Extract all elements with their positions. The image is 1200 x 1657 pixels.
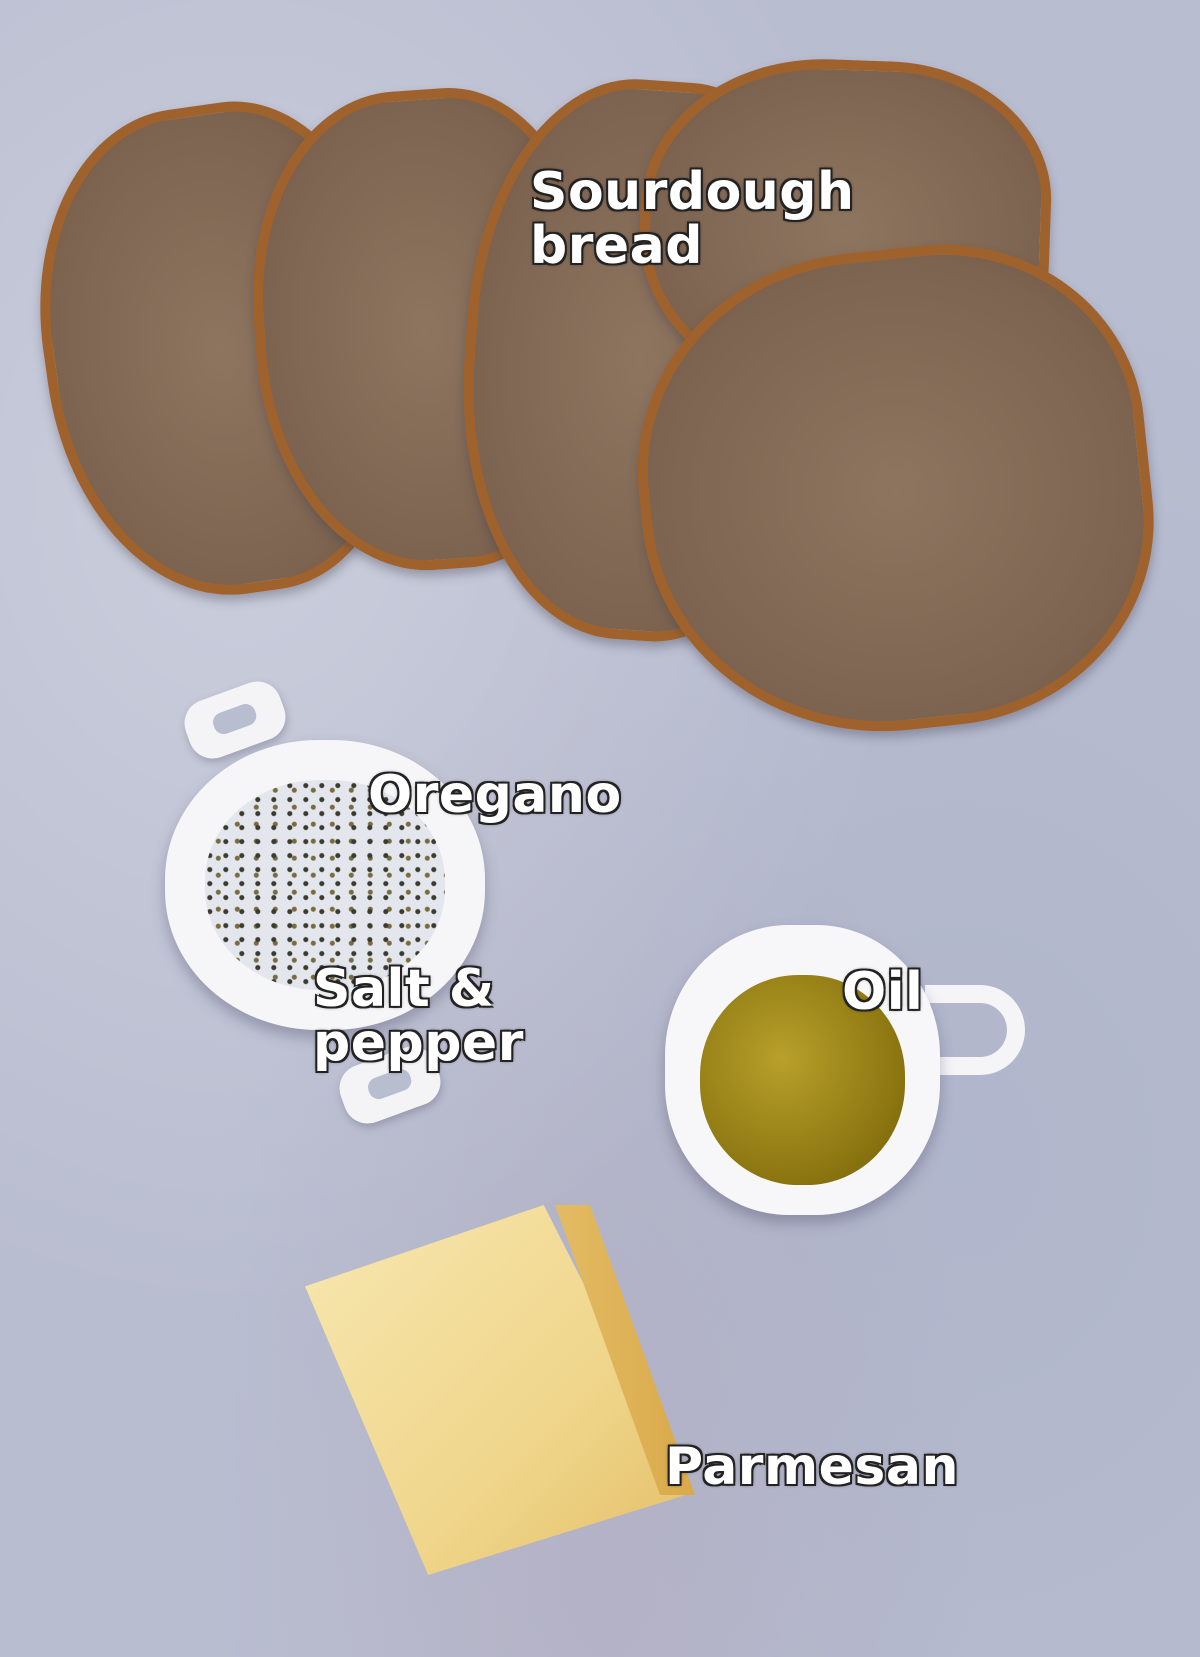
label-salt-line1: Salt & [313,959,495,1019]
label-oil: Oil [842,962,924,1022]
ingredients-photo: Sourdough bread Oregano Salt & pepper Oi… [0,0,1200,1657]
label-salt-pepper: Salt & pepper [313,962,524,1070]
label-oregano: Oregano [368,765,622,825]
jug-handle [925,985,1025,1075]
label-sourdough-line1: Sourdough [530,162,855,222]
label-sourdough-line2: bread [530,216,703,276]
label-salt-line2: pepper [313,1013,524,1073]
label-sourdough: Sourdough bread [530,165,855,273]
label-parmesan: Parmesan [665,1437,959,1497]
